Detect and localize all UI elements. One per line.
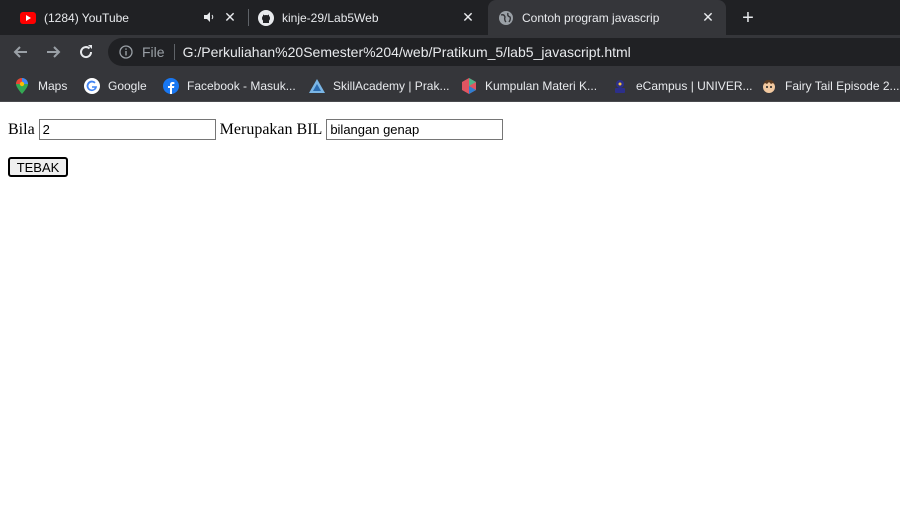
tab-github[interactable]: kinje-29/Lab5Web ✕: [250, 0, 486, 35]
label-merupakan-bil: Merupakan BIL: [219, 120, 323, 138]
facebook-icon: [163, 78, 179, 94]
bookmark-label: SkillAcademy | Prak...: [333, 79, 450, 93]
tab-youtube[interactable]: (1284) YouTube ✕: [10, 0, 248, 35]
speaker-icon[interactable]: [202, 10, 216, 24]
github-icon: [258, 9, 274, 26]
bookmark-google[interactable]: Google: [84, 77, 147, 95]
tab-strip: (1284) YouTube ✕ kinje-29/Lab5Web ✕ Cont…: [0, 0, 900, 35]
bookmark-facebook[interactable]: Facebook - Masuk...: [163, 77, 296, 95]
forward-arrow-icon[interactable]: [42, 41, 64, 63]
tab-separator: [248, 9, 249, 26]
scheme-label: File: [142, 44, 165, 60]
bookmark-label: Fairy Tail Episode 2...: [785, 79, 900, 93]
close-tab-icon[interactable]: ✕: [700, 9, 716, 25]
bookmark-label: Kumpulan Materi K...: [485, 79, 598, 93]
label-bila: Bila: [8, 120, 35, 138]
bookmark-fairy-tail[interactable]: Fairy Tail Episode 2...: [761, 77, 900, 95]
guess-form-row: Bila Merupakan BIL: [8, 119, 507, 140]
bookmark-ecampus[interactable]: eCampus | UNIVER...: [612, 77, 752, 95]
bookmark-label: eCampus | UNIVER...: [636, 79, 753, 93]
tab-title: (1284) YouTube: [44, 10, 129, 25]
google-icon: [84, 78, 100, 94]
bookmark-maps[interactable]: Maps: [14, 77, 67, 95]
info-icon[interactable]: [118, 44, 134, 60]
bookmarks-bar: Maps Google Facebook - Masuk... SkillAca…: [0, 69, 900, 102]
skillacademy-icon: [309, 78, 325, 94]
page-content: Bila Merupakan BIL TEBAK: [0, 102, 900, 524]
globe-icon: [498, 10, 514, 26]
address-bar[interactable]: File G:/Perkuliahan%20Semester%204/web/P…: [108, 38, 900, 66]
bookmark-skillacademy[interactable]: SkillAcademy | Prak...: [309, 77, 449, 95]
url-text[interactable]: G:/Perkuliahan%20Semester%204/web/Pratik…: [183, 44, 631, 60]
omnibox-divider: [173, 44, 175, 60]
bookmark-label: Maps: [38, 79, 68, 93]
result-input[interactable]: [326, 119, 504, 140]
browser-toolbar: File G:/Perkuliahan%20Semester%204/web/P…: [0, 35, 900, 69]
reload-icon[interactable]: [75, 41, 97, 63]
youtube-icon: [20, 10, 36, 26]
new-tab-button[interactable]: +: [736, 6, 760, 30]
tebak-button[interactable]: TEBAK: [8, 157, 68, 177]
maps-icon: [14, 78, 30, 94]
number-input[interactable]: [38, 119, 216, 140]
fairytail-icon: [761, 78, 777, 94]
bookmark-label: Facebook - Masuk...: [187, 79, 296, 93]
tab-contoh-program[interactable]: Contoh program javascrip ✕: [488, 0, 726, 35]
ecampus-icon: [612, 78, 628, 94]
materi-icon: [461, 78, 477, 94]
tab-title: Contoh program javascrip: [522, 10, 660, 25]
close-tab-icon[interactable]: ✕: [460, 9, 476, 25]
tab-title: kinje-29/Lab5Web: [282, 10, 379, 25]
back-arrow-icon[interactable]: [10, 41, 32, 63]
close-tab-icon[interactable]: ✕: [222, 9, 238, 25]
bookmark-label: Google: [108, 79, 147, 93]
bookmark-kumpulan-materi[interactable]: Kumpulan Materi K...: [461, 77, 597, 95]
